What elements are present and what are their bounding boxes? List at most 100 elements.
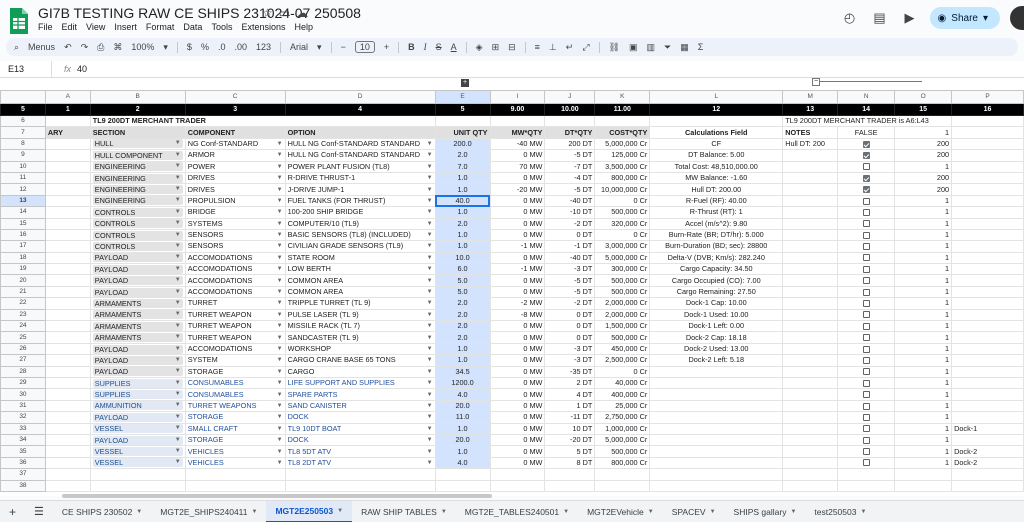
mw-cell[interactable]: 0 MW [489,365,546,379]
component-dropdown[interactable]: DRIVES ▼ [188,185,283,194]
section-cell[interactable]: CONTROLS ▼ [89,228,186,242]
row-header[interactable]: 26 [0,342,46,356]
column-header-O[interactable]: O [894,90,953,104]
component-dropdown[interactable]: TURRET WEAPON ▼ [188,310,283,319]
component-cell[interactable]: CONSUMABLES ▼ [184,388,286,401]
cell[interactable] [44,388,91,401]
mw-cell[interactable]: -1 MW [489,263,546,276]
calculation-cell[interactable]: Dock-2 Left: 5.18 [649,354,783,367]
checkbox-unchecked[interactable] [862,277,870,285]
dt-cell[interactable]: -3 DT [544,342,596,356]
checkbox-unchecked[interactable] [862,220,870,228]
comments-icon[interactable]: ▤ [870,8,890,28]
section-cell[interactable]: PAYLOAD ▼ [89,274,186,287]
row-header[interactable]: 31 [0,399,46,413]
calculation-cell[interactable]: Cargo Capacity: 34.50 [649,263,783,276]
component-cell[interactable]: PROPULSION ▼ [184,194,286,208]
o-cell[interactable]: 1 [894,194,953,208]
o-cell[interactable]: 1 [894,251,953,265]
notes-cell[interactable] [782,331,839,344]
calculation-cell[interactable] [649,433,783,447]
mw-cell[interactable]: -2 MW [489,297,546,310]
mw-cell[interactable]: -20 MW [489,183,546,196]
undo-icon[interactable]: ↶ [64,42,72,53]
dt-cell[interactable]: 0 DT [544,308,596,322]
named-range-note[interactable]: TL9 200DT MERCHANT TRADER is A6:L43 [782,114,953,128]
p-cell[interactable] [951,342,1024,356]
checkbox-unchecked[interactable] [862,448,870,456]
section-dropdown[interactable]: VESSEL ▼ [92,424,183,434]
header-calc[interactable]: Calculations Field [649,126,784,139]
checkbox-unchecked[interactable] [862,243,870,251]
menu-item-tools[interactable]: Tools [211,22,232,32]
cell[interactable] [544,468,596,481]
cell[interactable] [44,171,91,185]
row-header[interactable]: 8 [0,137,46,151]
index-cell[interactable]: 2 [89,103,186,116]
row-header[interactable]: 23 [0,308,46,322]
dt-cell[interactable]: -40 DT [544,194,596,208]
unit-qty-cell[interactable]: 1.0 [434,354,491,367]
mw-cell[interactable]: 0 MW [489,320,546,333]
row-header[interactable]: 10 [0,160,46,173]
row-header[interactable]: 15 [0,217,46,230]
tab-ce-ships-230502[interactable]: CE SHIPS 230502 ▼ [53,501,151,522]
o-cell[interactable]: 1 [894,354,953,367]
cell[interactable] [837,468,896,481]
checkbox-unchecked[interactable] [862,334,870,342]
mw-cell[interactable]: 0 MW [489,376,546,390]
component-cell[interactable]: ACCOMODATIONS ▼ [184,285,286,299]
component-dropdown[interactable]: TURRET WEAPON ▼ [188,333,283,342]
tab-mgt2e250503[interactable]: MGT2E250503 ▼ [266,500,353,522]
checkbox-cell[interactable] [837,285,896,299]
p-cell[interactable] [951,433,1024,447]
section-dropdown[interactable]: SUPPLIES ▼ [92,390,183,400]
checkbox-unchecked[interactable] [862,265,870,273]
checkbox-unchecked[interactable] [862,345,870,353]
mw-cell[interactable]: 0 MW [489,149,546,162]
cost-cell[interactable]: 1,500,000 Cr [594,320,651,333]
mw-cell[interactable]: 0 MW [489,217,546,230]
calculation-cell[interactable]: Hull DT: 200.00 [649,183,783,196]
cell[interactable] [44,149,91,162]
mw-cell[interactable]: -40 MW [489,137,546,151]
option-cell[interactable]: BASIC SENSORS (TL8) (INCLUDED) ▼ [284,228,436,242]
mw-cell[interactable]: -8 MW [489,308,546,322]
p-cell[interactable] [951,411,1024,424]
checkbox-cell[interactable] [837,194,896,208]
cost-cell[interactable]: 320,000 Cr [594,217,651,230]
option-cell[interactable]: DOCK ▼ [284,411,436,424]
section-dropdown[interactable]: PAYLOAD ▼ [92,355,183,365]
row-header[interactable]: 36 [0,456,46,470]
component-dropdown[interactable]: SMALL CRAFT ▼ [188,424,283,433]
checkbox-cell[interactable] [837,206,896,219]
paint-format-icon[interactable]: ⌘ [113,42,122,53]
option-dropdown[interactable]: 100-200 SHIP BRIDGE ▼ [288,208,433,217]
insert-link-icon[interactable]: ⛓ [609,42,620,53]
cell[interactable] [489,468,546,481]
dt-cell[interactable]: -7 DT [544,160,596,173]
notes-cell[interactable] [782,433,839,447]
cost-cell[interactable]: 40,000 Cr [594,376,651,390]
cell[interactable] [544,479,596,492]
component-cell[interactable]: SENSORS ▼ [184,240,286,253]
tab-mgt2e-tables240501[interactable]: MGT2E_TABLES240501 ▼ [456,501,578,522]
option-cell[interactable]: TL8 5DT ATV ▼ [284,445,436,458]
option-cell[interactable]: POWER PLANT FUSION (TL8) ▼ [284,160,436,173]
sheets-logo-icon[interactable] [8,6,30,36]
checkbox-cell[interactable] [837,240,896,253]
cost-cell[interactable]: 500,000 Cr [594,206,651,219]
component-dropdown[interactable]: ACCOMODATIONS ▼ [188,265,283,274]
section-dropdown[interactable]: ARMAMENTS ▼ [92,321,183,331]
o-cell[interactable]: 1 [894,285,953,299]
section-cell[interactable]: ENGINEERING ▼ [89,171,186,185]
header-dt[interactable]: DT*QTY [544,126,596,139]
cell[interactable] [594,479,651,492]
checkbox-checked[interactable] [862,151,870,159]
notes-cell[interactable] [782,411,839,424]
cost-cell[interactable]: 25,000 Cr [594,399,651,413]
option-cell[interactable]: WORKSHOP ▼ [284,342,436,356]
index-cell[interactable]: 1 [44,103,91,116]
p-cell[interactable] [951,274,1024,287]
section-cell[interactable]: ARMAMENTS ▼ [89,331,186,344]
